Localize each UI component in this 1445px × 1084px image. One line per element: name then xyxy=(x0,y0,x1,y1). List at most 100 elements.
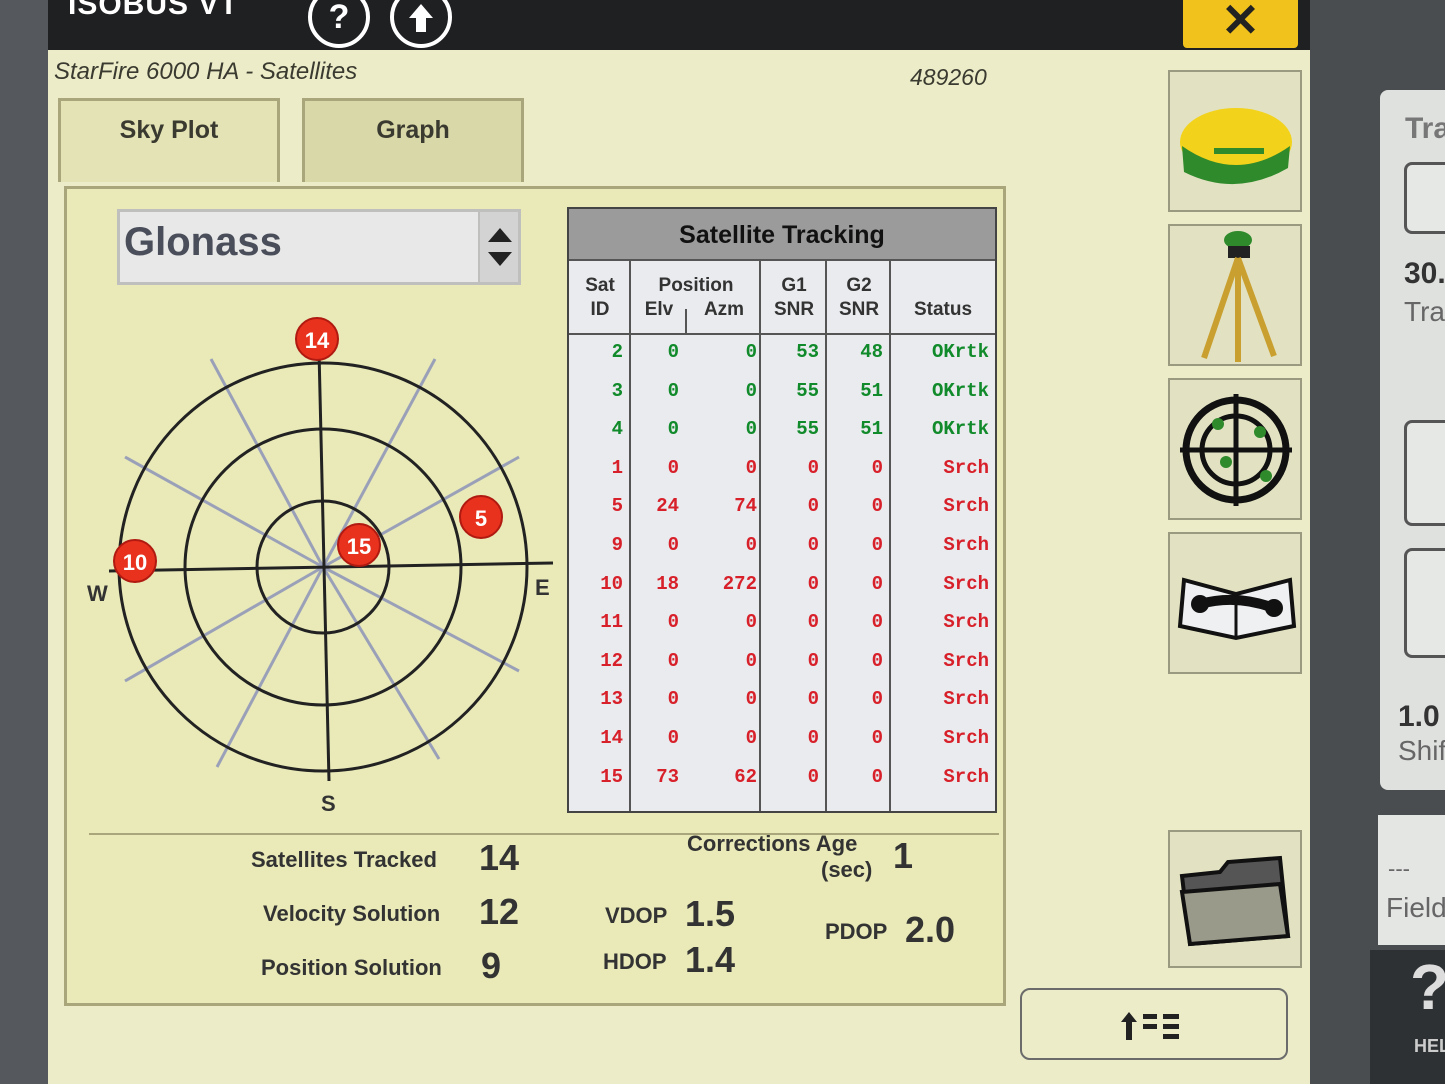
hdop-label: HDOP xyxy=(603,949,667,974)
west-label: W xyxy=(87,581,108,606)
cell-g2: 0 xyxy=(871,534,883,556)
cell-azm: 0 xyxy=(745,341,757,363)
shortcut-icon xyxy=(1121,1012,1179,1041)
hdr-g2-snr: SNR xyxy=(838,299,880,320)
cell-status: Srch xyxy=(943,727,989,749)
table-title: Satellite Tracking xyxy=(569,209,995,261)
cell-g2: 0 xyxy=(871,727,883,749)
satellite-view-button[interactable] xyxy=(1168,378,1302,520)
cell-g2: 0 xyxy=(871,765,883,788)
cell-g1: 0 xyxy=(807,534,819,556)
cell-status: OKrtk xyxy=(931,418,989,441)
cell-g2: 51 xyxy=(860,379,883,402)
cell-elv: 0 xyxy=(667,418,679,441)
svg-text:10: 10 xyxy=(123,550,147,575)
cell-azm: 0 xyxy=(745,688,757,711)
hdr-id: ID xyxy=(590,299,610,320)
vdop-label: VDOP xyxy=(605,903,668,928)
app-title: ISOBUS VT xyxy=(68,0,239,21)
folder-icon xyxy=(1179,855,1291,947)
close-button[interactable]: ✕ xyxy=(1183,0,1298,48)
cell-status: OKrtk xyxy=(931,379,989,402)
tab-sky-plot[interactable]: Sky Plot xyxy=(58,98,280,182)
bg-label-4: --- xyxy=(1388,856,1410,881)
col-position xyxy=(631,261,761,811)
cell-g2: 0 xyxy=(871,495,883,518)
cell-status: Srch xyxy=(943,572,989,595)
south-label: S xyxy=(321,791,336,816)
background-left xyxy=(0,0,48,1084)
cell-azm: 74 xyxy=(734,495,757,518)
diagnostics-button[interactable] xyxy=(1168,532,1302,674)
satellite-marker: 5 xyxy=(459,495,503,539)
cell-azm: 0 xyxy=(745,649,757,672)
cell-status: Srch xyxy=(943,765,989,788)
help-button[interactable]: ? xyxy=(308,0,370,48)
east-label: E xyxy=(535,575,550,600)
solution-stats: Satellites Tracked 14 Velocity Solution … xyxy=(89,831,999,1001)
cell-id: 14 xyxy=(600,727,623,749)
satellites-tracked-label: Satellites Tracked xyxy=(251,847,437,872)
cell-id: 13 xyxy=(600,688,623,711)
satellite-tracking-table: Satellite Tracking Sat ID Position Elv A… xyxy=(567,207,997,813)
window-title: StarFire 6000 HA - Satellites xyxy=(54,58,358,85)
constellation-select[interactable]: Glonass xyxy=(117,209,521,285)
svg-text:5: 5 xyxy=(475,506,487,531)
cell-status: Srch xyxy=(943,495,989,518)
cell-azm: 0 xyxy=(745,534,757,556)
cell-azm: 0 xyxy=(745,456,757,479)
hdr-azm: Azm xyxy=(703,299,745,320)
cell-g1: 0 xyxy=(807,572,819,595)
bg-label-2: Tra xyxy=(1404,296,1445,327)
velocity-solution-label: Velocity Solution xyxy=(263,901,441,926)
cell-g1: 0 xyxy=(807,727,819,749)
cell-elv: 18 xyxy=(656,572,679,595)
constellation-value: Glonass xyxy=(124,220,282,264)
cell-azm: 0 xyxy=(745,611,757,634)
tab-graph[interactable]: Graph xyxy=(302,98,524,182)
folder-button[interactable] xyxy=(1168,830,1302,968)
cell-status: Srch xyxy=(943,611,989,634)
cell-elv: 24 xyxy=(656,495,679,518)
upload-button[interactable] xyxy=(390,0,452,48)
up-arrow-icon xyxy=(409,4,433,32)
cell-azm: 62 xyxy=(734,765,757,788)
corrections-age-label: Corrections Age xyxy=(687,831,858,856)
shortcut-button[interactable] xyxy=(1020,988,1288,1060)
cell-id: 2 xyxy=(611,341,623,363)
receiver-button[interactable] xyxy=(1168,70,1302,212)
sky-plot-graphic: N S E W 14 5 15 10 xyxy=(87,317,554,816)
pdop-value: 2.0 xyxy=(905,909,956,950)
pdop-label: PDOP xyxy=(825,919,888,944)
hdop-value: 1.4 xyxy=(685,939,736,980)
bg-value-2: 1.0 xyxy=(1398,700,1440,733)
cell-id: 10 xyxy=(600,572,623,595)
cell-status: Srch xyxy=(943,688,989,711)
cell-g1: 0 xyxy=(807,649,819,672)
updown-arrows-icon xyxy=(478,212,518,282)
cell-elv: 73 xyxy=(656,765,679,788)
bg-value-1: 30. xyxy=(1404,257,1445,290)
tripod-button[interactable] xyxy=(1168,224,1302,366)
cell-g1: 55 xyxy=(796,418,819,441)
cell-elv: 0 xyxy=(667,379,679,402)
svg-text:15: 15 xyxy=(347,534,371,559)
hdr-g1: G1 xyxy=(781,275,807,296)
bg-help-area: ? HEL xyxy=(1370,950,1445,1084)
satellite-marker: 10 xyxy=(113,539,157,583)
bg-label-3: Shif xyxy=(1398,735,1445,766)
cell-azm: 0 xyxy=(745,727,757,749)
satellite-target-icon xyxy=(1180,394,1292,506)
cell-g2: 0 xyxy=(871,649,883,672)
top-bar: ISOBUS VT ? ✕ xyxy=(48,0,1310,50)
hdr-g1-snr: SNR xyxy=(773,299,815,320)
sky-plot-panel: Glonass S E W 14 5 15 10 Satellite Track… xyxy=(64,186,1006,1006)
sky-plot: N S E W 14 5 15 10 xyxy=(87,289,557,829)
cell-azm: 0 xyxy=(745,379,757,402)
cell-g2: 0 xyxy=(871,572,883,595)
cell-g2: 0 xyxy=(871,611,883,634)
cell-elv: 0 xyxy=(667,534,679,556)
cell-g1: 0 xyxy=(807,456,819,479)
cell-g2: 51 xyxy=(860,418,883,441)
cell-id: 9 xyxy=(611,534,623,556)
